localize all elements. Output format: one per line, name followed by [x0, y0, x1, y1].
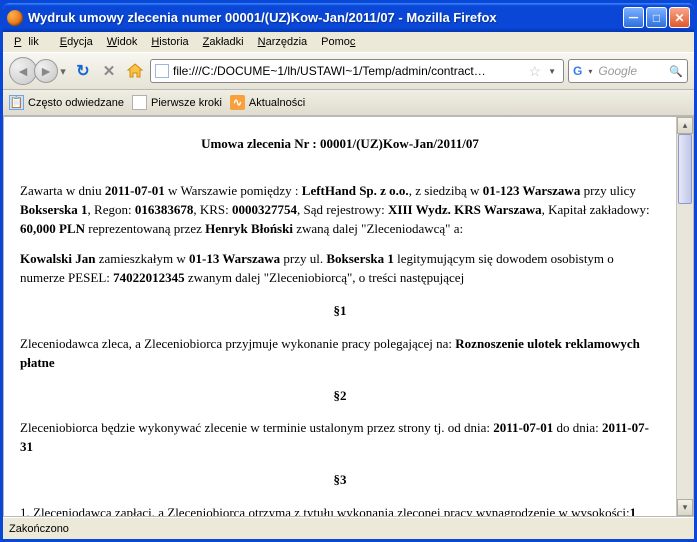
menu-bar: Plik Edycja Widok Historia Zakładki Narz…: [3, 32, 694, 52]
address-bar[interactable]: file:///C:/DOCUME~1/lh/USTAWI~1/Temp/adm…: [150, 59, 564, 83]
page-icon: [132, 95, 147, 110]
url-dropdown[interactable]: ▼: [545, 67, 559, 76]
document-body: Umowa zlecenia Nr : 00001/(UZ)Kow-Jan/20…: [4, 117, 676, 516]
window-controls: － □ ✕: [623, 7, 690, 28]
search-placeholder: Google: [598, 64, 666, 78]
search-engine-dropdown[interactable]: ▾: [585, 67, 595, 76]
google-icon: G: [573, 64, 582, 78]
home-button[interactable]: [124, 60, 146, 82]
section-1-text: Zleceniodawca zleca, a Zleceniobiorca pr…: [20, 335, 660, 373]
menu-help[interactable]: Pomoc: [314, 34, 362, 50]
menu-history[interactable]: Historia: [144, 34, 195, 50]
reload-button[interactable]: ↻: [72, 60, 94, 82]
browser-window: Wydruk umowy zlecenia numer 00001/(UZ)Ko…: [3, 3, 694, 539]
scroll-up-button[interactable]: ▴: [677, 117, 693, 134]
nav-toolbar: ◄ ► ▾ ↻ ✕ file:///C:/DOCUME~1/lh/USTAWI~…: [3, 52, 694, 90]
party-1: Zawarta w dniu 2011-07-01 w Warszawie po…: [20, 182, 660, 239]
title-bar[interactable]: Wydruk umowy zlecenia numer 00001/(UZ)Ko…: [3, 3, 694, 32]
vertical-scrollbar[interactable]: ▴ ▾: [676, 117, 693, 516]
menu-file[interactable]: Plik: [7, 34, 53, 50]
rss-icon: ∿: [230, 95, 245, 110]
stop-button[interactable]: ✕: [98, 60, 120, 82]
bookmarks-toolbar: 📋 Często odwiedzane Pierwsze kroki ∿ Akt…: [3, 90, 694, 116]
status-bar: Zakończono: [3, 517, 694, 539]
back-button[interactable]: ◄: [9, 57, 37, 85]
maximize-button[interactable]: □: [646, 7, 667, 28]
window-title: Wydruk umowy zlecenia numer 00001/(UZ)Ko…: [28, 10, 623, 25]
firefox-icon: [7, 10, 23, 26]
nav-history-dropdown[interactable]: ▾: [58, 65, 68, 78]
close-button[interactable]: ✕: [669, 7, 690, 28]
forward-button[interactable]: ►: [34, 59, 58, 83]
section-1-header: §1: [20, 302, 660, 321]
search-bar[interactable]: G ▾ Google 🔍: [568, 59, 688, 83]
scroll-down-button[interactable]: ▾: [677, 499, 693, 516]
menu-view[interactable]: Widok: [100, 34, 145, 50]
bookmark-first-steps[interactable]: Pierwsze kroki: [132, 95, 222, 110]
menu-edit[interactable]: Edycja: [53, 34, 100, 50]
url-text: file:///C:/DOCUME~1/lh/USTAWI~1/Temp/adm…: [173, 64, 525, 78]
contract-heading: Umowa zlecenia Nr : 00001/(UZ)Kow-Jan/20…: [20, 135, 660, 154]
frequent-icon: 📋: [9, 95, 24, 110]
menu-bookmarks[interactable]: Zakładki: [196, 34, 251, 50]
viewport: Umowa zlecenia Nr : 00001/(UZ)Kow-Jan/20…: [3, 116, 694, 517]
nav-buttons: ◄ ► ▾: [9, 57, 68, 85]
menu-tools[interactable]: Narzędzia: [251, 34, 315, 50]
scroll-thumb[interactable]: [678, 134, 692, 204]
section-2-header: §2: [20, 387, 660, 406]
page-icon: [155, 64, 169, 78]
section-2-text: Zleceniobiorca będzie wykonywać zlecenie…: [20, 419, 660, 457]
bookmark-frequent[interactable]: 📋 Często odwiedzane: [9, 95, 124, 110]
search-icon[interactable]: 🔍: [669, 65, 683, 78]
party-2: Kowalski Jan zamieszkałym w 01-13 Warsza…: [20, 250, 660, 288]
bookmark-star-icon[interactable]: ☆: [529, 63, 542, 80]
section-3-header: §3: [20, 471, 660, 490]
status-text: Zakończono: [9, 523, 69, 535]
section-3-text: 1. Zleceniodawca zapłaci, a Zleceniobior…: [20, 504, 660, 516]
bookmark-news[interactable]: ∿ Aktualności: [230, 95, 305, 110]
minimize-button[interactable]: －: [623, 7, 644, 28]
home-icon: [126, 62, 144, 80]
